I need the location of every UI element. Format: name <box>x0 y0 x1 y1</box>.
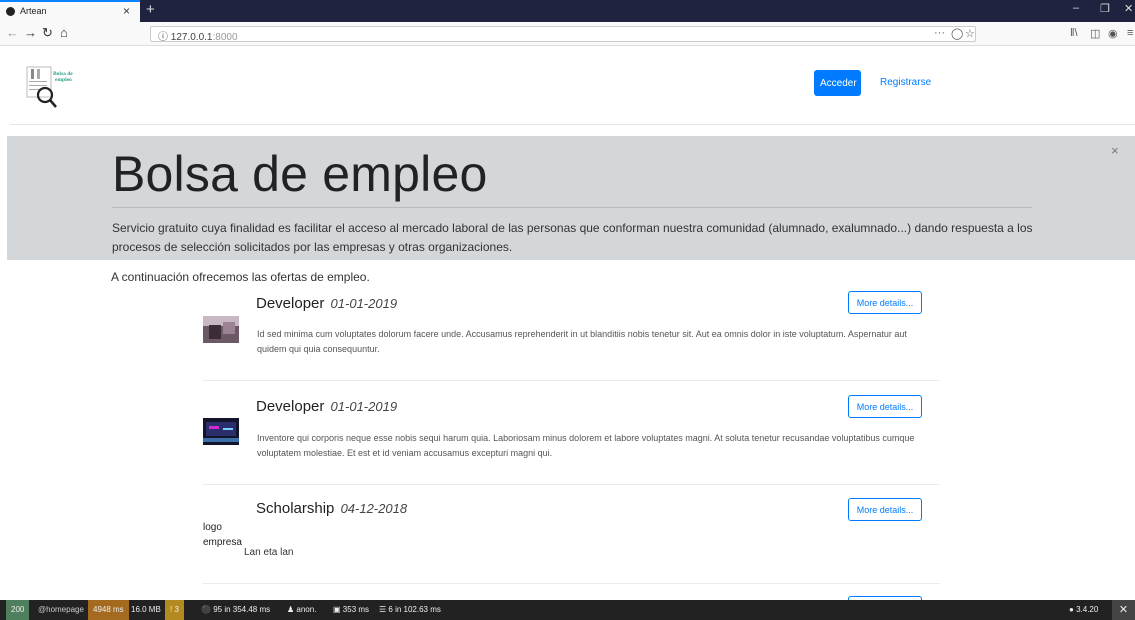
twig-icon: ▣ <box>333 605 341 614</box>
db-text: 6 in 102.63 ms <box>388 605 441 614</box>
offer-description: Id sed minima cum voluptates dolorum fac… <box>257 329 907 354</box>
reload-icon[interactable]: ↻ <box>42 25 53 41</box>
page-title: Bolsa de empleo <box>112 146 488 202</box>
more-details-button[interactable]: More details... <box>848 498 922 521</box>
company-logo-alt-text: logo empresa <box>203 522 242 548</box>
site-info-icon[interactable]: ⓘ <box>158 32 168 43</box>
pocket-icon[interactable]: ◯ <box>951 27 963 40</box>
offer-divider <box>203 583 940 584</box>
window-close-icon[interactable]: ✕ <box>1124 2 1133 15</box>
forward-icon[interactable]: → <box>24 25 37 40</box>
company-logo-image <box>203 418 239 445</box>
offer-description: Lan eta lan <box>244 547 294 558</box>
favicon-icon <box>6 7 15 16</box>
more-details-button[interactable]: More details... <box>848 291 922 314</box>
extension-icon[interactable]: ◉ <box>1108 27 1118 40</box>
url-text[interactable]: ⓘ 127.0.0.1:8000 <box>158 28 238 43</box>
browser-tab-strip <box>0 0 1135 22</box>
cache-badge[interactable]: ⚫ 95 in 354.48 ms <box>196 600 275 620</box>
twig-badge[interactable]: ▣ 353 ms <box>328 600 374 620</box>
url-host: 127.0.0.1 <box>170 32 213 43</box>
home-icon[interactable]: ⌂ <box>60 25 68 40</box>
site-logo[interactable]: Bolsa de empleo <box>25 65 83 120</box>
more-details-button[interactable]: More details... <box>848 395 922 418</box>
user-badge[interactable]: ♟ anon. <box>282 600 321 620</box>
log-warning-badge[interactable]: ! 3 <box>165 600 184 620</box>
minimize-icon[interactable]: – <box>1073 2 1079 14</box>
offer-title[interactable]: Scholarship 04-12-2018 <box>256 500 407 517</box>
memory-usage-badge[interactable]: 16.0 MB <box>126 600 166 620</box>
jumbotron-divider <box>112 207 1032 208</box>
tab-close-icon[interactable]: × <box>123 4 130 18</box>
user-icon: ♟ <box>287 605 295 614</box>
offer-title[interactable]: Developer 01-01-2019 <box>256 398 397 415</box>
login-button[interactable]: Acceder <box>814 70 861 96</box>
log-count: 3 <box>174 605 179 614</box>
url-bar[interactable] <box>150 26 976 42</box>
offer-name: Developer <box>256 398 325 415</box>
offer-date: 04-12-2018 <box>340 501 408 516</box>
company-logo-image <box>203 316 239 343</box>
twig-text: 353 ms <box>342 605 370 614</box>
offer-divider <box>203 380 940 381</box>
symfony-version-badge[interactable]: ● 3.4.20 <box>1064 600 1103 620</box>
offer-name: Scholarship <box>256 500 335 517</box>
debug-toolbar-close-icon[interactable]: ✕ <box>1112 600 1135 620</box>
cache-text: 95 in 354.48 ms <box>213 605 271 614</box>
sidebar-icon[interactable]: ◫ <box>1090 27 1100 40</box>
bookmark-star-icon[interactable]: ☆ <box>965 27 975 40</box>
status-code-badge[interactable]: 200 <box>6 600 30 620</box>
offer-description: Inventore qui corporis neque esse nobis … <box>257 433 915 458</box>
user-text: anon. <box>296 605 317 614</box>
page-actions-icon[interactable]: ··· <box>934 27 945 39</box>
cache-icon: ⚫ <box>201 605 211 614</box>
back-icon[interactable]: ← <box>6 25 19 40</box>
database-icon: ☰ <box>379 605 387 614</box>
header-divider <box>10 124 1135 125</box>
request-time-badge[interactable]: 4948 ms <box>88 600 129 620</box>
db-badge[interactable]: ☰ 6 in 102.63 ms <box>374 600 446 620</box>
library-icon[interactable]: ‖\ <box>1070 27 1078 39</box>
route-label[interactable]: @homepage <box>33 600 89 620</box>
offer-date: 01-01-2019 <box>330 399 398 414</box>
jumbotron-lead: Servicio gratuito cuya finalidad es faci… <box>112 221 1033 254</box>
symfony-logo-icon: ● <box>1069 605 1074 614</box>
offers-intro: A continuación ofrecemos las ofertas de … <box>111 270 370 284</box>
offer-name: Developer <box>256 295 325 312</box>
new-tab-icon[interactable]: + <box>146 1 155 18</box>
warning-icon: ! <box>170 605 173 614</box>
tab-title: Artean <box>20 6 47 16</box>
menu-icon[interactable]: ≡ <box>1127 27 1133 39</box>
register-link[interactable]: Registrarse <box>880 77 931 88</box>
jumbotron-close-icon[interactable]: × <box>1111 143 1119 158</box>
logo-text: Bolsa de empleo <box>53 71 73 83</box>
offer-date: 01-01-2019 <box>330 296 398 311</box>
maximize-icon[interactable]: ❐ <box>1100 2 1110 15</box>
offer-title[interactable]: Developer 01-01-2019 <box>256 295 397 312</box>
version-text: 3.4.20 <box>1076 605 1099 614</box>
url-port: :8000 <box>212 32 238 43</box>
offer-divider <box>203 484 940 485</box>
browser-tab[interactable]: Artean × <box>0 0 140 22</box>
